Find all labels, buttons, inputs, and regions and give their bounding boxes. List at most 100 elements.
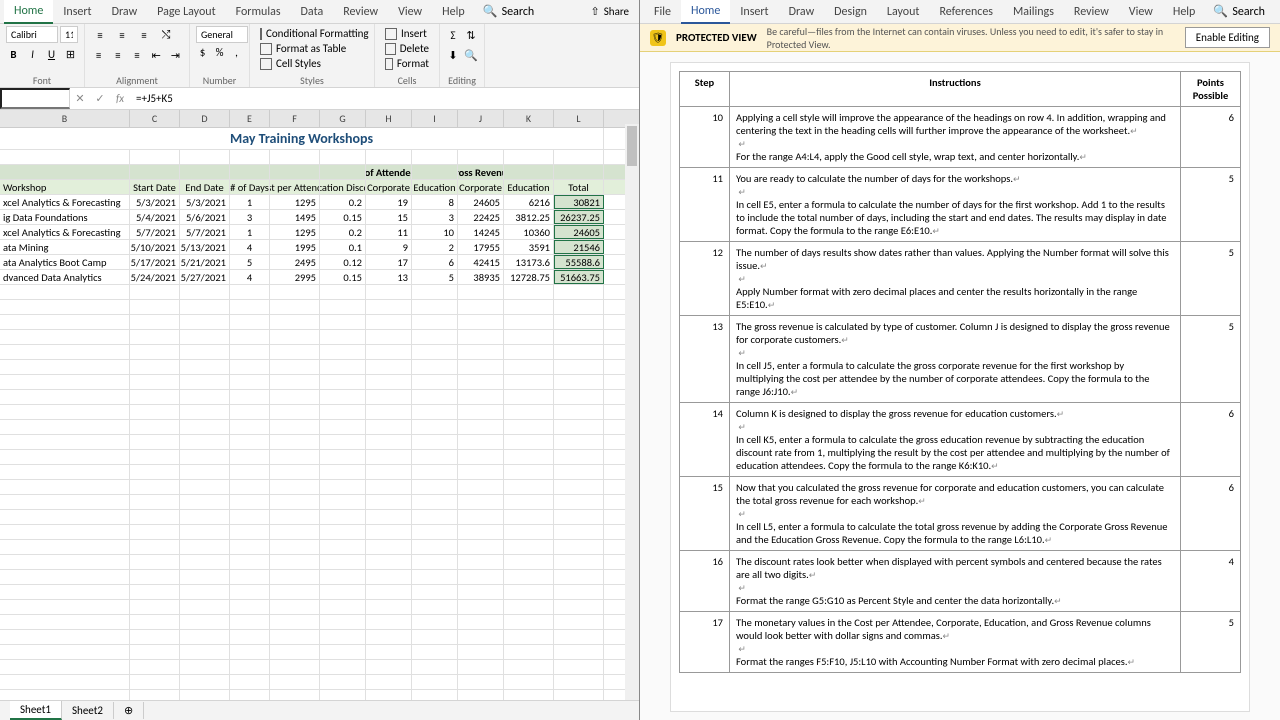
cell[interactable] [130, 405, 180, 419]
cell[interactable] [320, 375, 366, 389]
cell[interactable] [130, 615, 180, 629]
cell-styles-button[interactable]: Cell Styles [256, 56, 368, 71]
cell[interactable] [270, 630, 320, 644]
cell[interactable] [554, 555, 604, 569]
tab-help[interactable]: Help [432, 1, 475, 23]
cell[interactable]: xcel Analytics & Forecasting [0, 225, 130, 239]
cell[interactable] [412, 420, 458, 434]
orientation-button[interactable]: ⤭ [157, 26, 175, 44]
cell[interactable] [458, 315, 504, 329]
cell[interactable] [412, 450, 458, 464]
cell[interactable] [320, 540, 366, 554]
cell[interactable] [412, 630, 458, 644]
cell[interactable] [320, 495, 366, 509]
cell[interactable]: 4 [230, 240, 270, 254]
cell[interactable] [504, 405, 554, 419]
cell[interactable] [0, 600, 130, 614]
cell[interactable] [366, 480, 412, 494]
cell[interactable]: 5/4/2021 [130, 210, 180, 224]
cell[interactable]: 3591 [504, 240, 554, 254]
indent-inc-button[interactable]: ⇥ [168, 46, 183, 64]
cell[interactable]: 5/21/2021 [180, 255, 230, 269]
cell[interactable] [412, 675, 458, 689]
cell[interactable]: 55588.6 [554, 255, 604, 269]
cell[interactable] [366, 465, 412, 479]
cell[interactable]: 2995 [270, 270, 320, 284]
cell[interactable] [230, 420, 270, 434]
name-box[interactable] [0, 88, 70, 109]
comma-button[interactable]: , [230, 43, 243, 61]
cell[interactable] [230, 510, 270, 524]
cell[interactable] [270, 165, 320, 179]
cell[interactable] [130, 540, 180, 554]
cell[interactable] [366, 435, 412, 449]
cell[interactable] [366, 360, 412, 374]
cell[interactable] [230, 360, 270, 374]
cell[interactable] [0, 300, 130, 314]
cell[interactable] [504, 555, 554, 569]
cell[interactable] [504, 570, 554, 584]
cell[interactable] [130, 420, 180, 434]
tab-draw[interactable]: Draw [102, 1, 148, 23]
cell[interactable] [366, 495, 412, 509]
cell[interactable] [504, 300, 554, 314]
cell[interactable] [504, 450, 554, 464]
cell[interactable]: 17 [366, 255, 412, 269]
cell[interactable] [0, 510, 130, 524]
align-left-button[interactable]: ≡ [91, 46, 106, 64]
col-b[interactable]: B [0, 110, 130, 127]
scrollbar-thumb[interactable] [627, 126, 637, 166]
cell[interactable] [130, 480, 180, 494]
cell[interactable] [130, 360, 180, 374]
cell[interactable] [230, 645, 270, 659]
cell[interactable] [230, 495, 270, 509]
cell[interactable]: 5 [412, 270, 458, 284]
new-sheet-button[interactable]: ⊕ [114, 702, 144, 719]
cell[interactable] [366, 540, 412, 554]
cell[interactable] [130, 330, 180, 344]
cell[interactable]: 5/3/2021 [130, 195, 180, 209]
cell[interactable]: 19 [366, 195, 412, 209]
cell[interactable] [412, 600, 458, 614]
tab-formulas[interactable]: Formulas [226, 1, 291, 23]
cell[interactable] [180, 660, 230, 674]
cell[interactable]: 13173.6 [504, 255, 554, 269]
cell[interactable]: 5/24/2021 [130, 270, 180, 284]
cell[interactable]: 8 [412, 195, 458, 209]
cell[interactable] [230, 165, 270, 179]
cell[interactable]: Education Discount [320, 180, 366, 194]
cell[interactable] [130, 165, 180, 179]
cell[interactable] [554, 150, 604, 164]
cell[interactable] [412, 480, 458, 494]
cell[interactable] [458, 360, 504, 374]
cell[interactable] [270, 435, 320, 449]
enable-editing-button[interactable]: Enable Editing [1185, 27, 1270, 48]
cell[interactable]: 51663.75 [554, 270, 604, 284]
cell[interactable]: 21546 [554, 240, 604, 254]
wtab-file[interactable]: File [644, 1, 681, 23]
cell[interactable] [130, 465, 180, 479]
cell[interactable] [458, 375, 504, 389]
cell[interactable] [130, 375, 180, 389]
cell[interactable]: 15 [366, 210, 412, 224]
cell[interactable] [180, 165, 230, 179]
cell[interactable] [412, 330, 458, 344]
cell[interactable] [230, 630, 270, 644]
cell[interactable] [320, 510, 366, 524]
cell[interactable]: 5/10/2021 [130, 240, 180, 254]
cell[interactable] [412, 510, 458, 524]
wtab-insert[interactable]: Insert [730, 1, 778, 23]
cell[interactable]: 4 [230, 270, 270, 284]
cell[interactable] [458, 345, 504, 359]
cell[interactable] [0, 630, 130, 644]
cell[interactable] [230, 555, 270, 569]
cell[interactable]: 0.1 [320, 240, 366, 254]
cell[interactable] [0, 375, 130, 389]
cell[interactable] [180, 360, 230, 374]
cell[interactable] [366, 585, 412, 599]
wtab-help[interactable]: Help [1163, 1, 1206, 23]
cell[interactable] [458, 510, 504, 524]
cell[interactable]: 0.15 [320, 210, 366, 224]
cell[interactable] [320, 405, 366, 419]
sheet-tab-2[interactable]: Sheet2 [62, 702, 114, 719]
